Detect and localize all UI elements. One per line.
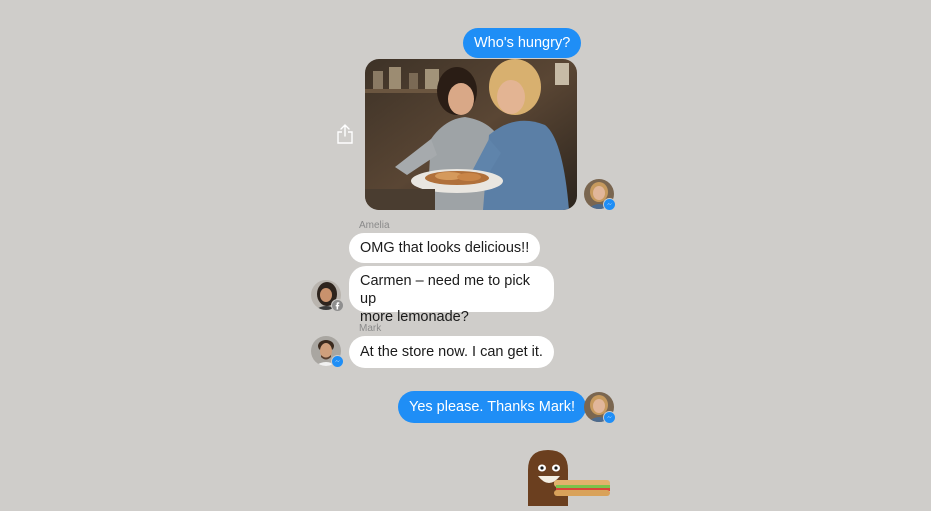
message-bubble-incoming[interactable]: Carmen – need me to pick up more lemonad… — [349, 266, 554, 325]
messenger-badge-icon — [603, 198, 616, 211]
sender-name: Mark — [359, 323, 382, 334]
photo-attachment[interactable] — [365, 59, 577, 210]
message-line: Carmen – need me to pick up — [360, 273, 531, 307]
sandwich-monster-sticker[interactable] — [524, 446, 614, 506]
message-bubble-incoming[interactable]: OMG that looks delicious!! — [349, 233, 541, 263]
message-bubble-outgoing[interactable]: Yes please. Thanks Mark! — [398, 391, 587, 423]
facebook-badge-icon — [331, 299, 344, 312]
message-bubble-outgoing[interactable]: Who's hungry? — [463, 28, 582, 58]
sender-name: Amelia — [359, 220, 390, 231]
message-line: more lemonade? — [360, 309, 469, 325]
share-icon[interactable] — [336, 123, 354, 145]
messenger-badge-icon — [331, 355, 344, 368]
message-bubble-incoming[interactable]: At the store now. I can get it. — [349, 336, 554, 368]
messenger-badge-icon — [603, 411, 616, 424]
